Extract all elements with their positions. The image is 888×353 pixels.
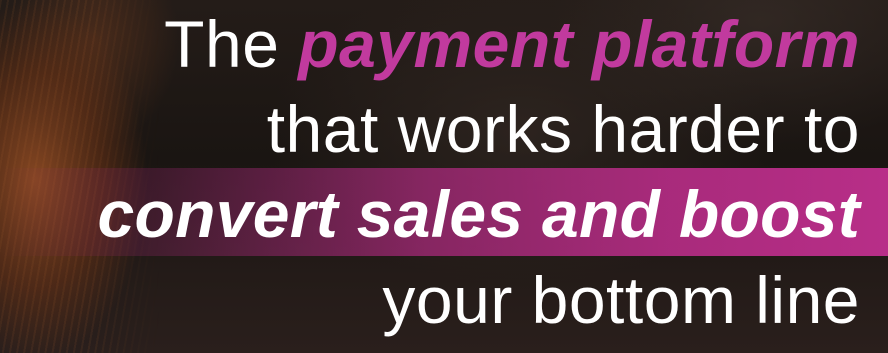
headline-word-the: The [164,7,280,81]
headline-line-2: that works harder to [266,92,860,166]
headline-line-4: your bottom line [382,263,860,337]
headline-line-1: The payment platform [164,2,860,86]
headline-line-3: convert sales and boost [97,177,860,251]
hero-banner: The payment platform that works harder t… [0,0,888,353]
headline-accent-payment-platform: payment platform [298,7,860,81]
